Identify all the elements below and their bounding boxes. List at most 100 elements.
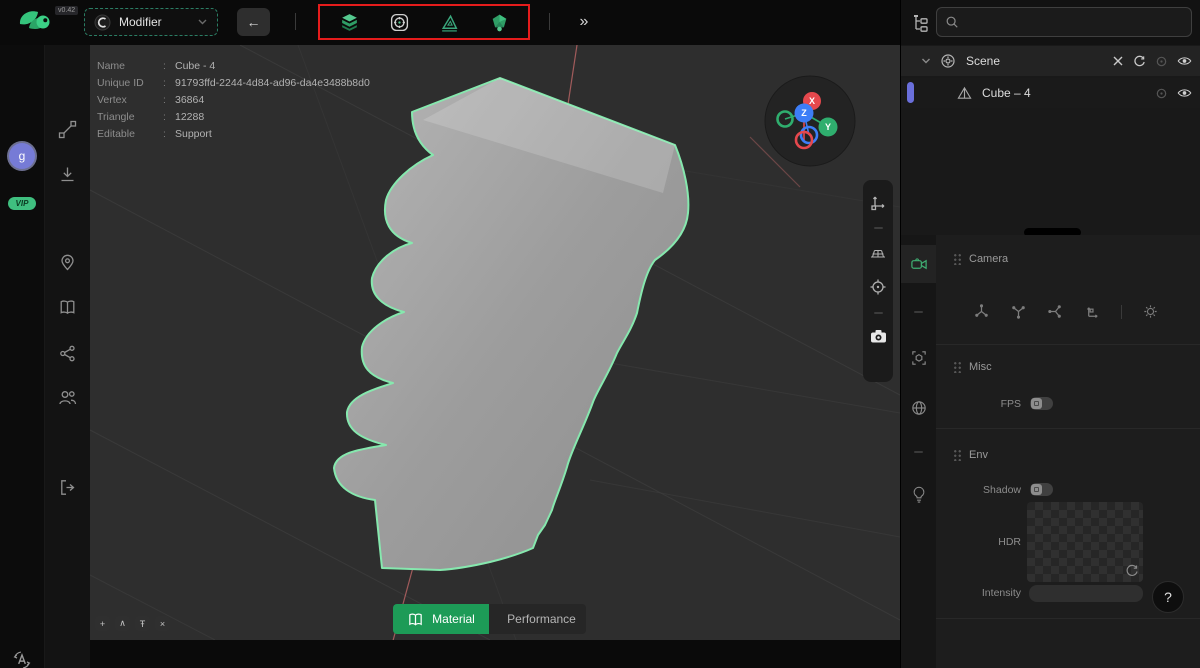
users-icon[interactable]	[58, 388, 77, 407]
back-button[interactable]: ←	[237, 8, 270, 36]
viewport-side-toolbar	[863, 180, 893, 382]
add-button[interactable]: +	[95, 616, 110, 631]
camera-actions	[973, 303, 1159, 320]
settings-gear-icon[interactable]	[1142, 303, 1159, 320]
tree-row-cube[interactable]: Cube – 4	[901, 78, 1200, 108]
section-divider	[936, 344, 1200, 345]
focus-target-icon[interactable]	[869, 278, 887, 296]
measure-setsquare-icon[interactable]	[436, 9, 462, 35]
vip-badge[interactable]: VIP	[8, 197, 36, 210]
chevron-down-icon[interactable]	[921, 57, 931, 65]
divider	[874, 312, 883, 314]
refresh-icon[interactable]	[1133, 55, 1146, 68]
drag-dots-icon[interactable]	[953, 253, 962, 265]
hierarchy-icon[interactable]	[911, 13, 930, 32]
info-sep: :	[163, 77, 175, 89]
gizmo-y-axis[interactable]: Y	[819, 118, 838, 137]
info-value: Support	[175, 128, 370, 140]
camera-view-icon[interactable]	[901, 245, 936, 283]
info-sep: :	[163, 94, 175, 106]
section-env: Env	[953, 449, 988, 461]
user-rail: g VIP	[0, 45, 45, 668]
orientation-gizmo[interactable]: X Z Y	[760, 71, 860, 171]
help-button[interactable]: ?	[1152, 581, 1184, 613]
viewport: Name:Cube - 4 Unique ID:91793ffd-2244-4d…	[90, 45, 900, 640]
camera-capture-icon[interactable]	[869, 327, 888, 346]
svg-text:Y: Y	[825, 122, 831, 132]
search-input[interactable]	[965, 14, 1183, 30]
tab-performance[interactable]: Performance	[489, 604, 586, 634]
app-logo-icon[interactable]	[16, 5, 56, 39]
light-bulb-icon[interactable]	[901, 475, 936, 513]
prism-icon	[957, 86, 972, 100]
tab-performance-label: Performance	[507, 612, 576, 626]
visible-eye-icon[interactable]	[1177, 87, 1192, 99]
expand-toolbar-button[interactable]: »	[568, 8, 600, 36]
scene-tree-header	[901, 0, 1200, 45]
viewport-corner-buttons: + ∧ Ŧ ×	[95, 616, 170, 631]
tree-row-scene[interactable]: Scene	[901, 46, 1200, 76]
toolbar-divider	[549, 13, 550, 30]
info-value: 36864	[175, 94, 370, 106]
tab-material[interactable]: Material	[393, 604, 489, 634]
snap-target-icon[interactable]	[386, 9, 412, 35]
locate-icon[interactable]	[1155, 55, 1168, 68]
axis-up-icon[interactable]	[973, 303, 990, 320]
close-icon[interactable]	[1112, 55, 1124, 67]
axis-side-icon[interactable]	[1047, 303, 1064, 320]
mode-dropdown-label: Modifier	[119, 15, 162, 29]
mode-dropdown[interactable]: Modifier	[84, 8, 218, 36]
drag-dots-icon[interactable]	[953, 361, 962, 373]
info-label: Editable	[97, 128, 163, 140]
hdr-label: HDR	[936, 536, 1021, 548]
mesh-layers-icon[interactable]	[336, 9, 362, 35]
locate-icon[interactable]	[1155, 87, 1168, 100]
node-edit-icon[interactable]	[58, 120, 77, 139]
section-env-title: Env	[969, 449, 988, 461]
drag-dots-icon[interactable]	[953, 449, 962, 461]
chevron-down-icon	[197, 18, 208, 26]
info-sep: :	[163, 111, 175, 123]
info-label: Vertex	[97, 94, 163, 106]
info-label: Unique ID	[97, 77, 163, 89]
avatar[interactable]: g	[9, 143, 35, 169]
library-book-icon[interactable]	[58, 298, 77, 317]
shadow-toggle[interactable]	[1030, 483, 1053, 496]
right-panel: Scene Cube – 4	[900, 0, 1200, 668]
section-camera: Camera	[953, 253, 1008, 265]
info-label: Triangle	[97, 111, 163, 123]
close-button[interactable]: ×	[155, 616, 170, 631]
tree-row-scene-label: Scene	[966, 54, 1000, 68]
toggle-knob	[1031, 484, 1042, 495]
gizmo-z-axis[interactable]: Z	[795, 104, 814, 123]
download-icon[interactable]	[58, 165, 77, 184]
toggle-knob	[1031, 398, 1042, 409]
geometry-sphere-icon[interactable]	[486, 9, 512, 35]
visible-eye-icon[interactable]	[1177, 55, 1192, 67]
grid-icon[interactable]	[869, 243, 887, 261]
axis-down-icon[interactable]	[1010, 303, 1027, 320]
material-book-icon	[407, 611, 424, 628]
share-nodes-icon[interactable]	[58, 344, 77, 363]
app-window: v0.42 Modifier ←	[0, 0, 1200, 668]
hdr-swatch[interactable]	[1027, 502, 1143, 582]
selection-info-panel: Name:Cube - 4 Unique ID:91793ffd-2244-4d…	[97, 60, 370, 140]
model-cube-4[interactable]	[334, 78, 688, 570]
transform-axes-icon[interactable]	[869, 194, 887, 212]
pin-icon[interactable]	[58, 253, 77, 272]
expand-up-button[interactable]: ∧	[115, 616, 130, 631]
info-sep: :	[163, 60, 175, 72]
axis-frame-icon[interactable]	[1084, 303, 1101, 320]
top-bar: v0.42 Modifier ←	[0, 0, 900, 45]
search-box	[936, 7, 1192, 37]
ruler-button[interactable]: Ŧ	[135, 616, 150, 631]
fps-toggle[interactable]	[1030, 397, 1053, 410]
hdr-reset-icon[interactable]	[1125, 564, 1139, 578]
world-globe-icon[interactable]	[901, 389, 936, 427]
toolbar-divider	[295, 13, 296, 30]
object-box-icon[interactable]	[901, 339, 936, 377]
language-icon[interactable]	[11, 649, 33, 668]
logout-icon[interactable]	[58, 478, 77, 497]
properties-rail	[901, 235, 936, 668]
intensity-input[interactable]	[1029, 585, 1143, 602]
